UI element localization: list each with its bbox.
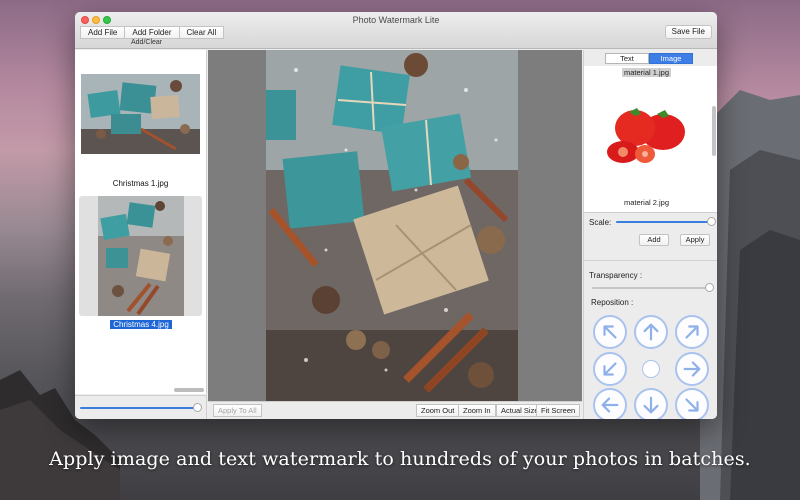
transparency-slider[interactable] xyxy=(592,283,714,292)
file-item-christmas-4[interactable] xyxy=(79,196,202,316)
file-item-label-selected: Christmas 4.jpg xyxy=(110,320,172,329)
clear-all-button[interactable]: Clear All xyxy=(178,26,225,39)
arrow-up-icon[interactable] xyxy=(634,315,668,349)
add-folder-button[interactable]: Add Folder xyxy=(124,26,180,39)
panel-divider xyxy=(584,260,717,261)
file-item-christmas-1[interactable]: Christmas 1.jpg xyxy=(79,72,202,188)
tab-image[interactable]: Image xyxy=(649,53,693,64)
preview-area xyxy=(208,50,582,401)
scale-slider[interactable] xyxy=(616,217,716,226)
thumbnail-size-bar xyxy=(75,395,207,419)
zoom-in-button[interactable]: Zoom In xyxy=(458,404,496,417)
zoom-out-button[interactable]: Zoom Out xyxy=(416,404,460,417)
material-label[interactable]: material 2.jpg xyxy=(624,198,669,207)
arrow-down-left-icon[interactable] xyxy=(593,352,627,386)
apply-watermark-button[interactable]: Apply xyxy=(680,234,710,246)
file-list-panel: Christmas 1.jpg Christmas 4.jpg xyxy=(75,50,207,394)
file-list-scrollbar[interactable] xyxy=(174,388,204,392)
titlebar: Photo Watermark Lite Add File Add Folder… xyxy=(75,12,717,49)
preview-image xyxy=(266,50,518,401)
scale-fill xyxy=(616,221,712,223)
material-thumbnail-tomatoes[interactable] xyxy=(597,100,693,174)
apply-to-all-button[interactable]: Apply To All xyxy=(213,404,262,417)
transparency-label: Transparency : xyxy=(589,271,643,280)
preview-photo xyxy=(266,50,518,401)
transparency-fill xyxy=(592,287,710,289)
watermark-type-tabs: Text Image xyxy=(605,53,693,64)
material-list-scrollbar[interactable] xyxy=(712,106,716,156)
arrow-down-right-icon[interactable] xyxy=(675,388,709,419)
save-file-button[interactable]: Save File xyxy=(664,25,712,39)
app-window: Photo Watermark Lite Add File Add Folder… xyxy=(75,12,717,419)
thumbnail-christmas-4 xyxy=(97,196,184,316)
arrow-down-icon[interactable] xyxy=(634,388,668,419)
tab-text[interactable]: Text xyxy=(605,53,649,64)
thumbnail-size-slider[interactable] xyxy=(80,403,202,412)
material-label[interactable]: material 1.jpg xyxy=(622,68,672,77)
fit-screen-button[interactable]: Fit Screen xyxy=(536,404,581,417)
transparency-knob[interactable] xyxy=(705,283,714,292)
add-clear-group-label: Add/Clear xyxy=(131,39,163,46)
arrow-up-right-icon[interactable] xyxy=(675,315,709,349)
thumbnail-size-fill xyxy=(80,407,198,409)
window-title: Photo Watermark Lite xyxy=(352,15,440,25)
scale-knob[interactable] xyxy=(707,217,716,226)
add-clear-group: Add File Add Folder Clear All xyxy=(80,26,225,39)
arrow-right-icon[interactable] xyxy=(675,352,709,386)
watermark-panel: Text Image material 1.jpg material 2.jpg… xyxy=(583,50,717,419)
marketing-caption: Apply image and text watermark to hundre… xyxy=(49,448,751,470)
center-icon[interactable] xyxy=(642,360,660,378)
material-list: material 1.jpg material 2.jpg xyxy=(584,66,717,213)
arrow-left-icon[interactable] xyxy=(593,388,627,419)
file-item-label: Christmas 1.jpg xyxy=(112,179,169,188)
thumbnail-christmas-1 xyxy=(81,74,200,154)
arrow-up-left-icon[interactable] xyxy=(593,315,627,349)
add-watermark-button[interactable]: Add xyxy=(639,234,669,246)
reposition-label: Reposition : xyxy=(591,298,634,307)
add-file-button[interactable]: Add File xyxy=(80,26,126,39)
preview-toolbar: Apply To All Zoom Out Zoom In Actual Siz… xyxy=(208,401,582,419)
thumbnail-size-knob[interactable] xyxy=(193,403,202,412)
scale-label: Scale: xyxy=(589,218,612,227)
